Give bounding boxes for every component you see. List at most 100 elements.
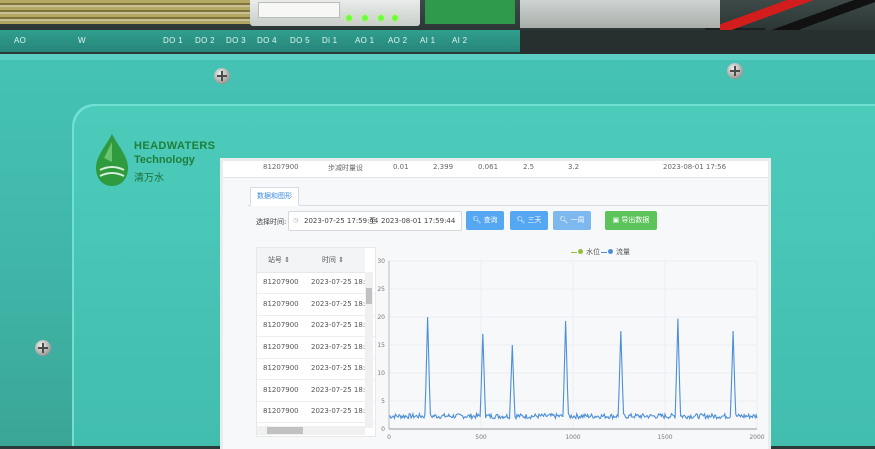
io-terminal-label: AO: [14, 36, 26, 45]
cell-value: 0.01: [393, 163, 409, 171]
row-divider: [257, 422, 375, 423]
hmi-screen: 81207900 步减时量设 0.01 2.399 0.061 2.5 3.2 …: [220, 158, 771, 449]
io-terminal-label: DO 1: [163, 36, 183, 45]
cell-label: 步减时量设: [328, 163, 363, 173]
cell-value: 0.061: [478, 163, 498, 171]
logo-text-line3: 清万水: [134, 169, 164, 184]
header-label: 时间: [322, 256, 336, 264]
screw-icon: [35, 340, 51, 356]
search-icon: 🔍︎: [472, 216, 481, 224]
x-tick-label: 1000: [565, 434, 580, 441]
table-cell-station: 81207900: [263, 294, 303, 315]
search-icon: 🔍︎: [559, 216, 568, 224]
start-date-value[interactable]: 2023-07-25 17:59:44: [304, 217, 378, 225]
table-cell-station: 81207900: [263, 337, 303, 358]
table-cell-station: 81207900: [263, 358, 303, 379]
terminal-block: [425, 0, 515, 24]
x-tick-label: 1500: [657, 434, 672, 441]
relay-label-plate: [258, 2, 340, 18]
x-tick-label: 2000: [749, 434, 764, 441]
io-terminal-label: AO 2: [388, 36, 407, 45]
cabinet-shadow: [520, 30, 875, 56]
table-cell-time: 2023-07-25 18:30: [311, 401, 365, 422]
logo-text-line2: Technology: [134, 154, 195, 166]
legend-item[interactable]: 流量: [601, 247, 630, 257]
io-terminal-label: AO 1: [355, 36, 374, 45]
legend-label: 水位: [586, 248, 600, 256]
table-cell-station: 81207900: [263, 315, 303, 336]
io-terminal-label: DO 4: [257, 36, 277, 45]
vertical-scrollbar[interactable]: [365, 272, 373, 428]
power-module: [520, 0, 720, 28]
table-cell-time: 2023-07-25 18:25: [311, 380, 365, 401]
header-label: 站号: [268, 256, 282, 264]
one-week-label: 一周: [571, 216, 585, 224]
export-label: 导出数据: [621, 216, 649, 224]
cell-value: 2.5: [523, 163, 534, 171]
y-tick-label: 20: [377, 314, 385, 321]
table-cell-time: 2023-07-25 18:10: [311, 315, 365, 336]
search-icon: 🔍︎: [516, 216, 525, 224]
scrollbar-thumb[interactable]: [267, 427, 303, 434]
data-table: 站号 ⇕ 时间 ⇕ 81207900 2023-07-25 18:00 812079…: [256, 247, 376, 437]
io-terminal-label: AI 2: [452, 36, 467, 45]
table-row-partial: 81207900 步减时量设 0.01 2.399 0.061 2.5 3.2 …: [223, 161, 768, 178]
scrollbar-thumb[interactable]: [366, 288, 372, 304]
cell-time: 2023-08-01 17:56: [663, 163, 726, 171]
screw-icon: [727, 63, 743, 79]
legend-label: 流量: [616, 248, 630, 256]
one-week-button[interactable]: 🔍︎ 一周: [553, 211, 591, 230]
y-tick-label: 0: [381, 426, 385, 433]
x-tick-label: 500: [475, 434, 487, 441]
table-cell-time: 2023-07-25 18:05: [311, 294, 365, 315]
export-icon: ▣: [613, 216, 620, 224]
table-cell-station: 81207900: [263, 272, 303, 293]
enclosure-edge: [0, 54, 875, 60]
query-button-label: 查询: [484, 216, 498, 224]
status-led: [392, 15, 398, 21]
table-cell-time: 2023-07-25 18:15: [311, 337, 365, 358]
export-data-button[interactable]: ▣ 导出数据: [605, 211, 657, 230]
io-terminal-label: DO 5: [290, 36, 310, 45]
column-header-station[interactable]: 站号 ⇕: [257, 248, 301, 273]
io-terminal-label: AI 1: [420, 36, 435, 45]
three-days-label: 三天: [528, 216, 542, 224]
clock-icon: ◷: [293, 217, 298, 224]
three-days-button[interactable]: 🔍︎ 三天: [510, 211, 548, 230]
cell-station: 81207900: [263, 163, 299, 171]
end-date-value[interactable]: 2023-08-01 17:59:44: [381, 217, 455, 225]
brand-logo: HEADWATERS Technology 清万水: [90, 132, 210, 192]
io-terminal-label: Di 1: [322, 36, 337, 45]
wire-bundle: [0, 0, 250, 24]
query-toolbar: 选择时间: ◷ 2023-07-25 17:59:44 至 2023-08-01…: [248, 211, 768, 233]
legend-item[interactable]: 水位: [571, 247, 600, 257]
x-tick-label: 0: [387, 434, 391, 441]
query-button[interactable]: 🔍︎ 查询: [466, 211, 504, 230]
tab-data-graph[interactable]: 数据和图形: [250, 187, 299, 206]
tab-bar: 数据和图形: [248, 187, 768, 206]
chart-plot: 0510152025300500100015002000: [373, 245, 765, 445]
table-cell-station: 81207900: [263, 401, 303, 422]
date-range-picker[interactable]: ◷ 2023-07-25 17:59:44 至 2023-08-01 17:59…: [288, 211, 462, 231]
time-label: 选择时间:: [256, 217, 286, 227]
io-terminal-label: DO 2: [195, 36, 215, 45]
legend-dot: [578, 249, 583, 254]
cell-value: 2.399: [433, 163, 453, 171]
y-tick-label: 5: [381, 398, 385, 405]
table-cell-time: 2023-07-25 18:00: [311, 272, 365, 293]
screw-icon: [214, 68, 230, 84]
logo-text-line1: HEADWATERS: [134, 140, 215, 152]
range-separator: 至: [369, 216, 376, 226]
y-tick-label: 10: [377, 370, 385, 377]
table-cell-time: 2023-07-25 18:20: [311, 358, 365, 379]
status-led: [346, 15, 352, 21]
horizontal-scrollbar[interactable]: [257, 426, 365, 435]
water-drop-icon: [92, 132, 132, 188]
column-header-time[interactable]: 时间 ⇕: [301, 248, 365, 273]
io-terminal-label: W: [78, 36, 86, 45]
line-chart: 水位 流量 0510152025300500100015002000: [373, 245, 765, 445]
sort-icon: ⇕: [284, 256, 290, 264]
relay-module: [250, 0, 420, 26]
status-led: [362, 15, 368, 21]
io-terminal-label: DO 3: [226, 36, 246, 45]
